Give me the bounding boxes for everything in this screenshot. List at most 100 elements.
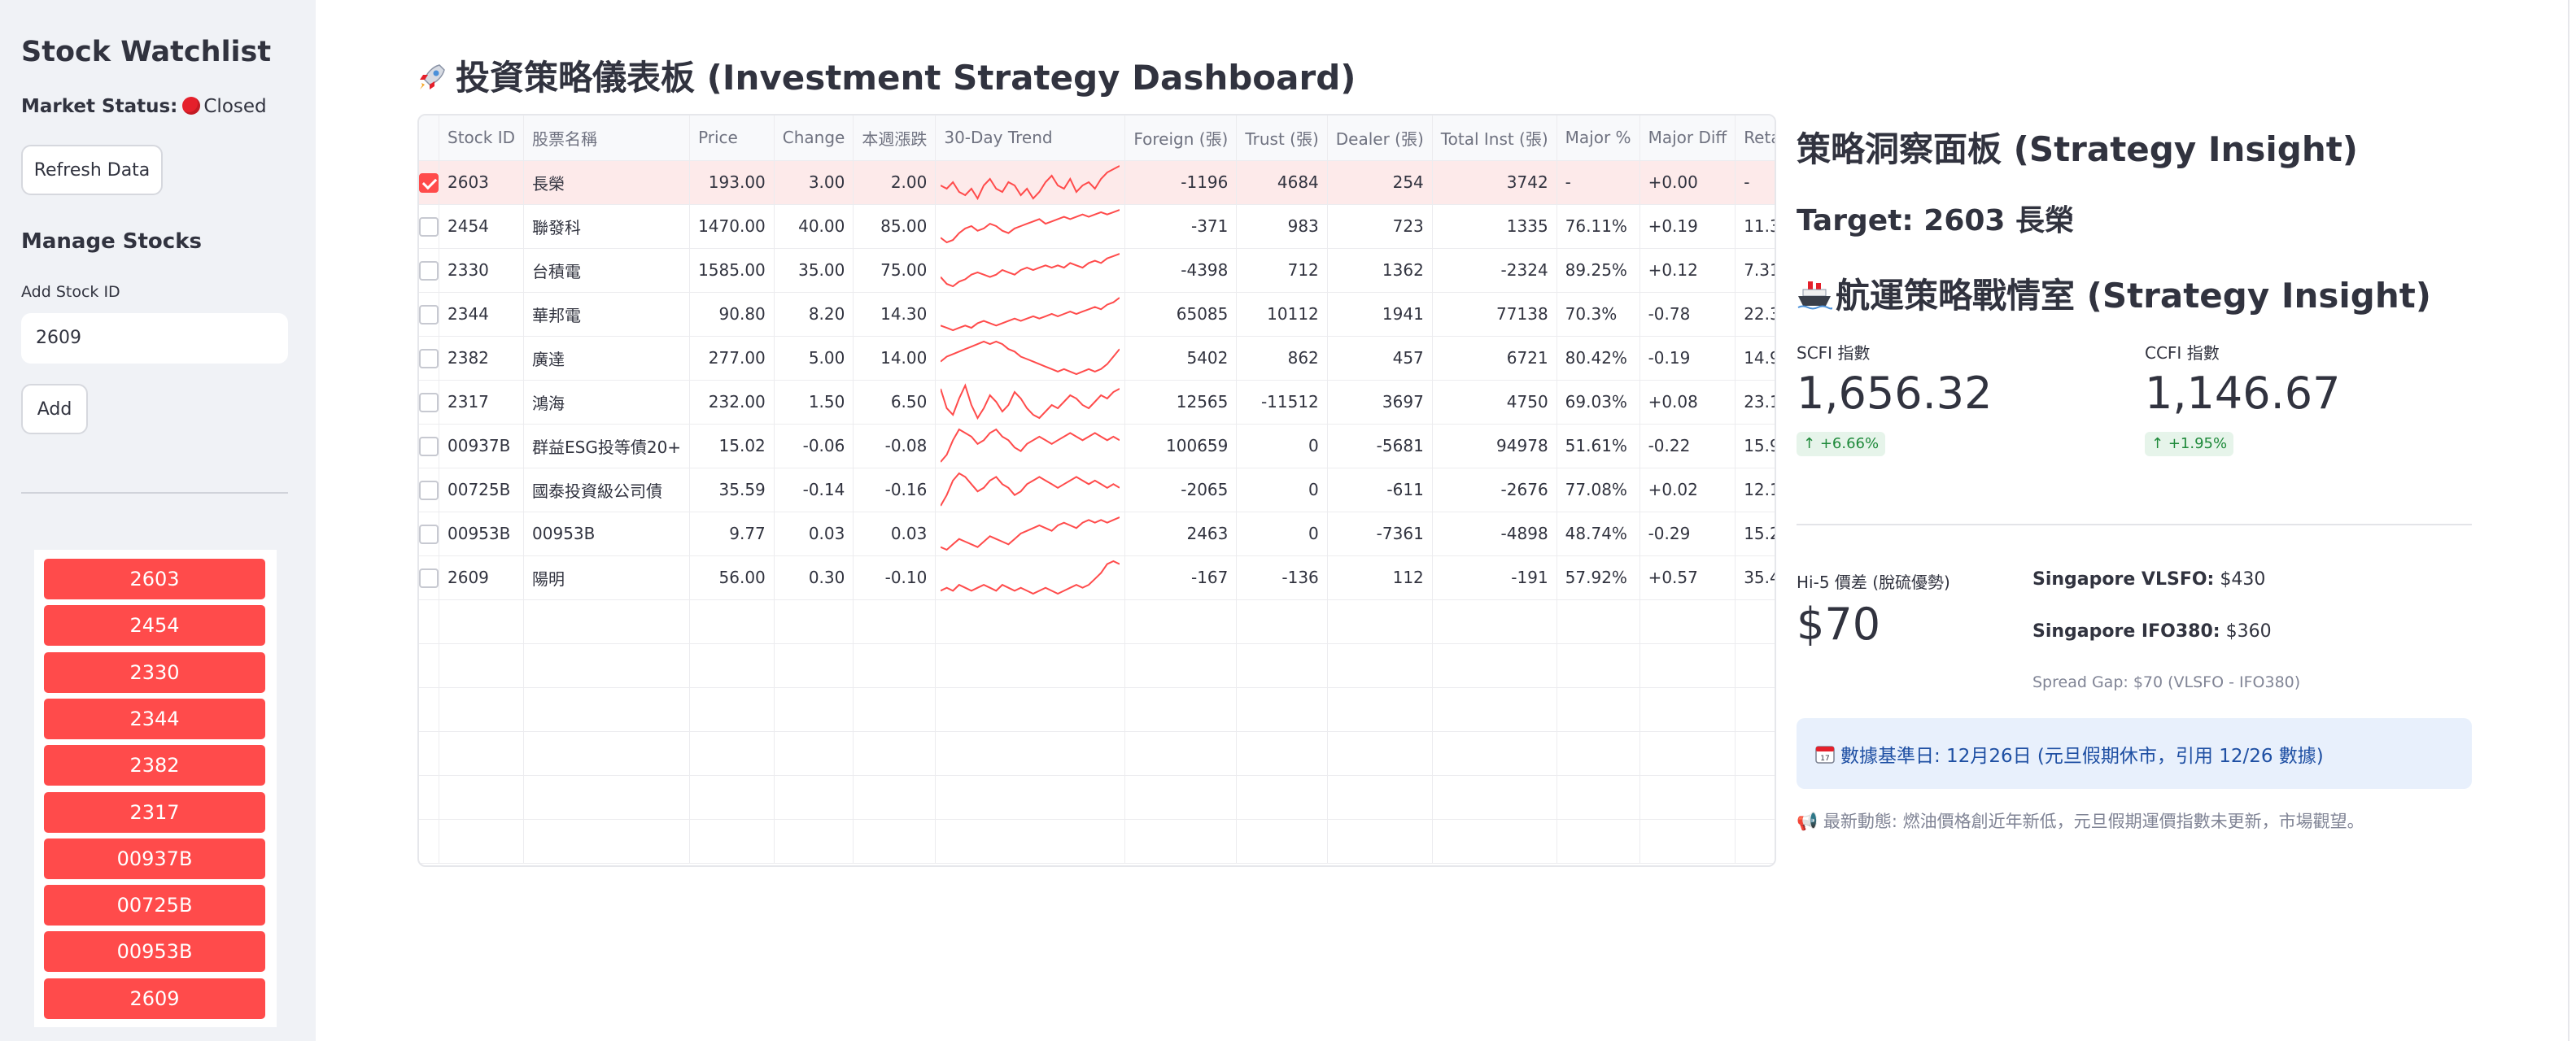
major-diff-cell: -0.29: [1639, 512, 1736, 556]
row-select-cell[interactable]: [419, 555, 439, 600]
watchlist-chip[interactable]: 2454: [44, 605, 265, 647]
retail-cell: 12.18: [1735, 468, 1775, 512]
empty-cell: [1327, 731, 1433, 776]
column-header[interactable]: Trust (張): [1236, 115, 1328, 161]
foreign-cell: -2065: [1124, 468, 1238, 512]
empty-cell: [1124, 687, 1238, 732]
add-stock-input[interactable]: 2609: [21, 313, 288, 364]
row-checkbox[interactable]: [419, 524, 439, 544]
table-row[interactable]: 2330 台積電 1585.00 35.00 75.00 -4398 712 1362 -232…: [419, 248, 1775, 293]
watchlist-chip[interactable]: 2603: [44, 559, 265, 599]
row-checkbox[interactable]: [419, 216, 439, 237]
watchlist-chip[interactable]: 2609: [44, 978, 265, 1019]
scfi-value: 1,656.32: [1797, 368, 1993, 419]
column-header[interactable]: 30-Day Trend: [935, 115, 1126, 161]
row-checkbox[interactable]: [419, 392, 439, 412]
arrow-up-icon: ↑: [2151, 435, 2168, 452]
row-checkbox[interactable]: [419, 304, 439, 324]
column-header[interactable]: Foreign (張): [1124, 115, 1238, 161]
column-header[interactable]: Dealer (張): [1327, 115, 1433, 161]
row-checkbox[interactable]: [419, 436, 439, 456]
watchlist-chip[interactable]: 2382: [44, 745, 265, 786]
change-cell: -0.14: [774, 468, 854, 512]
column-header[interactable]: Price: [689, 115, 775, 161]
table-row[interactable]: 2609 陽明 56.00 0.30 -0.10 -167 -136 112 -191 57.92…: [419, 555, 1775, 600]
column-header[interactable]: Total Inst (張): [1432, 115, 1557, 161]
trend-line: [941, 516, 1120, 551]
column-header[interactable]: Major Diff: [1639, 115, 1736, 161]
row-select-cell[interactable]: [419, 204, 439, 249]
table-row[interactable]: 2603 長榮 193.00 3.00 2.00 -1196 4684 254 3742- +0.…: [419, 160, 1775, 205]
row-checkbox[interactable]: [419, 568, 439, 588]
market-status: Market Status: Closed: [21, 96, 267, 117]
trend-cell: [935, 380, 1126, 425]
column-header[interactable]: 本週漲跌: [853, 115, 937, 161]
column-header[interactable]: Stock ID: [439, 115, 525, 161]
retail-cell: 15.98: [1735, 424, 1775, 468]
empty-cell: [774, 775, 854, 820]
row-select-cell[interactable]: [419, 248, 439, 293]
foreign-cell: 2463: [1124, 512, 1238, 556]
refresh-data-button[interactable]: Refresh Data: [21, 145, 163, 195]
empty-cell: [853, 599, 937, 644]
row-checkbox[interactable]: [419, 172, 439, 193]
column-header[interactable]: Change: [774, 115, 854, 161]
dealer-cell: 3697: [1327, 380, 1433, 425]
row-checkbox[interactable]: [419, 260, 439, 281]
watchlist-chip[interactable]: 00725B: [44, 885, 265, 926]
dealer-cell: 1362: [1327, 248, 1433, 293]
price-cell: 232.00: [689, 380, 775, 425]
ifo380-price: Singapore IFO380: $360: [2032, 621, 2272, 642]
empty-cell: [935, 687, 1126, 732]
table-row[interactable]: 00953B 00953B 9.77 0.03 0.03 2463 0 -7361 -4898 4…: [419, 512, 1775, 556]
table-row[interactable]: 2344 華邦電 90.80 8.20 14.30 65085 10112 1941 77138…: [419, 292, 1775, 337]
major-diff-cell: -0.22: [1639, 424, 1736, 468]
watchlist-chip[interactable]: 00937B: [44, 838, 265, 879]
retail-cell: 35.47: [1735, 555, 1775, 600]
empty-cell: [1639, 687, 1736, 732]
total-inst-cell: 6721: [1432, 336, 1557, 381]
column-header[interactable]: Major %: [1557, 115, 1640, 161]
column-header[interactable]: Retai: [1735, 115, 1775, 161]
column-header[interactable]: 股票名稱: [523, 115, 691, 161]
row-select-cell[interactable]: [419, 380, 439, 425]
trend-cell: [935, 160, 1126, 205]
row-select-cell[interactable]: [419, 160, 439, 205]
trend-line: [941, 383, 1120, 420]
table-row[interactable]: 2454 聯發科 1470.00 40.00 85.00 -371 983 723 1335 76…: [419, 204, 1775, 249]
watchlist-chip[interactable]: 2317: [44, 791, 265, 833]
watchlist-chip[interactable]: 00953B: [44, 931, 265, 973]
latest-news: 📢 最新動態: 燃油價格創近年新低，元旦假期運價指數未更新，市場觀望。: [1797, 808, 2364, 833]
spread-gap-note: Spread Gap: $70 (VLSFO - IFO380): [2032, 673, 2301, 691]
trend-sparkline: [941, 383, 1120, 420]
stock-data-grid[interactable]: Stock ID 股票名稱 Price Change 本週漲跌 30-Day Trend F…: [417, 114, 1776, 867]
table-row[interactable]: 00725B 國泰投資級公司債 35.59 -0.14 -0.16 -2065 0 -611-…: [419, 468, 1775, 512]
row-checkbox[interactable]: [419, 348, 439, 368]
trend-sparkline: [941, 340, 1120, 376]
row-checkbox[interactable]: [419, 480, 439, 500]
select-all-header[interactable]: [419, 115, 439, 161]
row-select-cell[interactable]: [419, 292, 439, 337]
major-diff-cell: +0.00: [1639, 160, 1736, 205]
table-row[interactable]: 2317 鴻海 232.00 1.50 6.50 12565 -11512 3697 4750 6…: [419, 380, 1775, 425]
add-button[interactable]: Add: [21, 384, 88, 434]
trend-cell: [935, 424, 1126, 468]
retail-cell: -: [1735, 160, 1775, 205]
table-row[interactable]: 2382 廣達 277.00 5.00 14.00 5402 862 457 6721 80.42…: [419, 336, 1775, 381]
total-inst-cell: 1335: [1432, 204, 1557, 249]
table-row[interactable]: 00937B 群益ESG投等債20+ 15.02 -0.06 -0.08 100659 0-…: [419, 424, 1775, 468]
total-inst-cell: -2676: [1432, 468, 1557, 512]
empty-cell: [1432, 775, 1557, 820]
row-select-cell[interactable]: [419, 424, 439, 468]
trend-sparkline: [941, 297, 1120, 332]
watchlist-chip[interactable]: 2344: [44, 698, 265, 739]
row-select-cell[interactable]: [419, 336, 439, 381]
foreign-cell: 100659: [1124, 424, 1238, 468]
empty-cell: [1557, 819, 1640, 864]
row-select-cell[interactable]: [419, 512, 439, 556]
empty-cell: [774, 731, 854, 776]
stock-id-cell: 2454: [439, 204, 525, 249]
row-select-cell[interactable]: [419, 468, 439, 512]
week-change-cell: 85.00: [853, 204, 937, 249]
watchlist-chip[interactable]: 2330: [44, 651, 265, 693]
